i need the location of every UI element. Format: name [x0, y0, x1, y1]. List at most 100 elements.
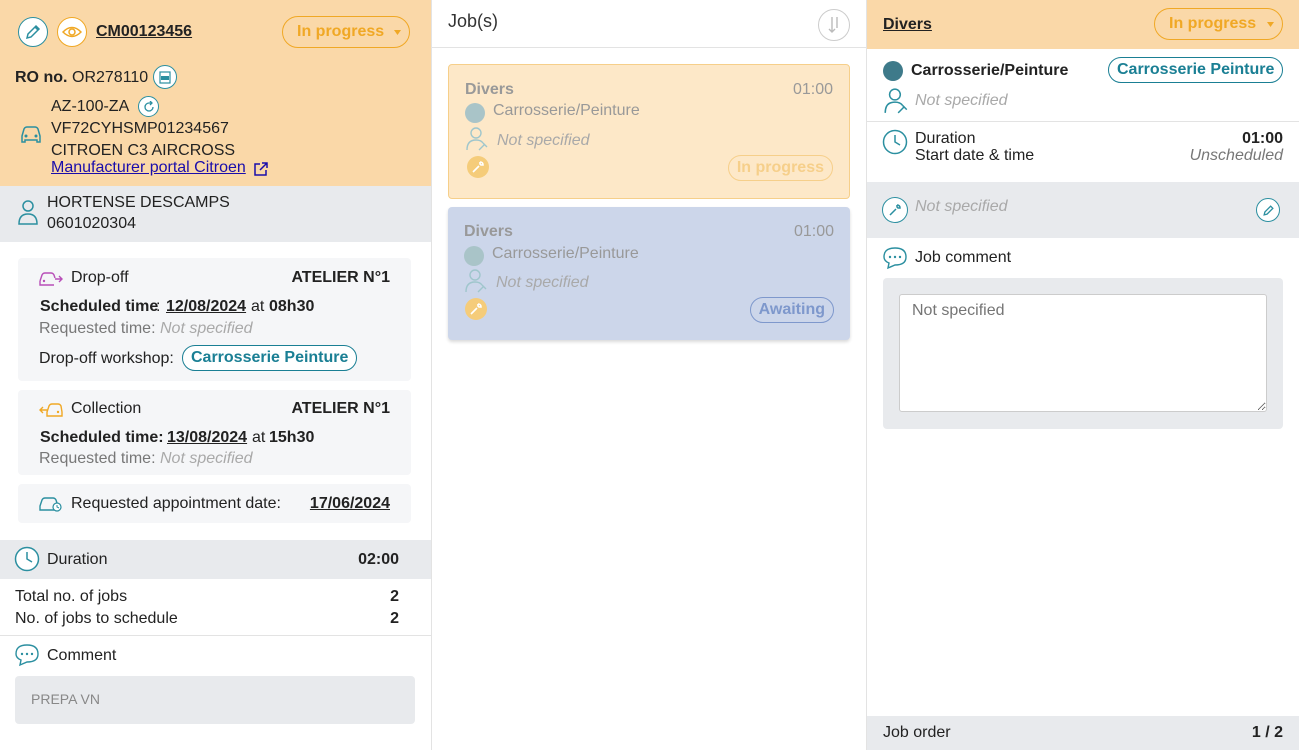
duration-label: Duration: [47, 551, 108, 568]
job-order-label: Job order: [883, 724, 951, 741]
divider: [432, 47, 866, 48]
wrench-icon: [467, 156, 489, 178]
caret-down-icon: [394, 30, 401, 35]
start-date-value: Unscheduled: [1189, 147, 1283, 164]
ro-value: OR278110: [72, 69, 149, 86]
divider: [0, 635, 431, 636]
dropoff-workshop-tag: Carrosserie Peinture: [182, 345, 358, 371]
dropoff-car-icon: [38, 267, 64, 289]
jobs-title: Job(s): [448, 11, 499, 31]
plate-number: AZ-100-ZA: [51, 98, 130, 115]
job-card[interactable]: Divers 01:00 Carrosserie/Peinture Not sp…: [448, 64, 850, 199]
eye-icon[interactable]: [57, 17, 87, 47]
job-comment-label: Job comment: [915, 249, 1012, 266]
appointment-label: Requested appointment date:: [71, 495, 281, 512]
job-duration-value: 01:00: [1242, 130, 1283, 147]
comment-label: Comment: [47, 647, 117, 664]
vin-number: VF72CYHSMP01234567: [51, 120, 229, 137]
pdf-icon[interactable]: [153, 65, 177, 89]
technician-icon: [883, 87, 909, 115]
wrench-icon: [465, 298, 487, 320]
person-icon: [17, 198, 39, 226]
clock-icon: [14, 546, 40, 572]
dropoff-label: Drop-off: [71, 269, 129, 286]
tool-value: Not specified: [915, 198, 1008, 215]
collection-requested-label: Requested time:: [39, 450, 156, 467]
job-duration: 01:00: [792, 81, 833, 98]
collection-workshop: ATELIER N°1: [291, 400, 390, 417]
workshop-dot: [883, 61, 903, 81]
dropoff-scheduled-label: Scheduled time: [40, 298, 159, 315]
pencil-icon[interactable]: [18, 17, 48, 47]
refresh-icon[interactable]: [138, 96, 159, 117]
caret-down-icon: [1267, 22, 1274, 27]
job-status-badge: In progress: [727, 155, 833, 181]
job-technician: Not specified: [497, 132, 590, 149]
collection-scheduled-label: Scheduled time:: [40, 429, 164, 446]
dropoff-workshop-label: Drop-off workshop:: [39, 350, 174, 367]
job-status-badge: Awaiting: [749, 297, 834, 323]
dropoff-scheduled-date[interactable]: 12/08/2024: [166, 298, 246, 316]
filter-icon[interactable]: [818, 9, 850, 41]
chat-icon: [882, 246, 908, 270]
order-status-label: In progress: [297, 23, 385, 40]
order-panel: CM00123456 In progress RO no. OR278110 A…: [0, 0, 432, 750]
dropoff-scheduled-time: 08h30: [269, 298, 315, 315]
workshop-dot: [465, 103, 485, 123]
jobs-panel: Job(s) Divers 01:00 Carrosserie/Peinture…: [432, 0, 867, 750]
total-jobs-label: Total no. of jobs: [15, 588, 128, 605]
collection-scheduled-time: 15h30: [269, 429, 315, 446]
collection-car-icon: [38, 398, 64, 420]
pencil-icon[interactable]: [1256, 198, 1280, 222]
divider: [867, 121, 1299, 122]
duration-value: 02:00: [358, 551, 399, 568]
job-name: Divers: [465, 81, 514, 98]
job-detail-technician: Not specified: [915, 92, 1008, 109]
workshop-dot: [464, 246, 484, 266]
job-duration-label: Duration: [915, 130, 976, 147]
job-status-select[interactable]: In progress: [1154, 8, 1283, 40]
dropoff-workshop: ATELIER N°1: [291, 269, 390, 286]
order-id-link[interactable]: CM00123456: [96, 23, 192, 41]
customer-name: HORTENSE DESCAMPS: [47, 194, 230, 211]
car-icon: [18, 122, 44, 148]
order-status-select[interactable]: In progress: [282, 16, 410, 48]
collection-label: Collection: [71, 400, 142, 417]
comment-field[interactable]: PREPA VN: [15, 676, 415, 724]
collection-at: at: [252, 429, 266, 446]
customer-phone: 0601020304: [47, 215, 136, 232]
start-date-label: Start date & time: [915, 147, 1035, 164]
job-comment-textarea[interactable]: [899, 294, 1267, 412]
job-card[interactable]: Divers 01:00 Carrosserie/Peinture Not sp…: [448, 207, 850, 340]
collection-scheduled-date[interactable]: 13/08/2024: [167, 429, 247, 447]
ro-label: RO no.: [15, 69, 68, 86]
vehicle-model: CITROEN C3 AIRCROSS: [51, 142, 236, 159]
collection-requested-value: Not specified: [160, 450, 253, 467]
dropoff-requested-label: Requested time:: [39, 320, 156, 337]
job-order-value: 1 / 2: [1251, 724, 1283, 741]
job-name: Divers: [464, 223, 513, 240]
jobs-to-schedule-label: No. of jobs to schedule: [15, 610, 178, 627]
clock-icon: [882, 129, 908, 155]
job-workshop: Carrosserie/Peinture: [492, 245, 639, 262]
job-status-label: In progress: [1169, 15, 1257, 32]
wrench-icon: [882, 197, 908, 223]
jobs-to-schedule-value: 2: [390, 610, 399, 627]
job-detail-title[interactable]: Divers: [883, 16, 932, 34]
chat-icon: [14, 643, 40, 667]
manufacturer-portal-link[interactable]: Manufacturer portal Citroen: [51, 159, 246, 177]
job-detail-workshop-tag: Carrosserie Peinture: [1108, 57, 1284, 83]
technician-icon: [465, 126, 489, 152]
technician-icon: [464, 268, 488, 294]
external-link-icon[interactable]: [253, 161, 269, 177]
job-detail-panel: Divers In progress Carrosserie/Peinture …: [867, 0, 1299, 750]
job-duration: 01:00: [793, 223, 834, 240]
dropoff-requested-value: Not specified: [160, 320, 253, 337]
job-workshop: Carrosserie/Peinture: [493, 102, 640, 119]
dropoff-at: at: [251, 298, 265, 315]
job-technician: Not specified: [496, 274, 589, 291]
appointment-car-icon: [38, 492, 64, 514]
colon-text: :: [156, 298, 161, 315]
job-detail-workshop: Carrosserie/Peinture: [911, 62, 1069, 79]
appointment-date[interactable]: 17/06/2024: [310, 495, 390, 513]
